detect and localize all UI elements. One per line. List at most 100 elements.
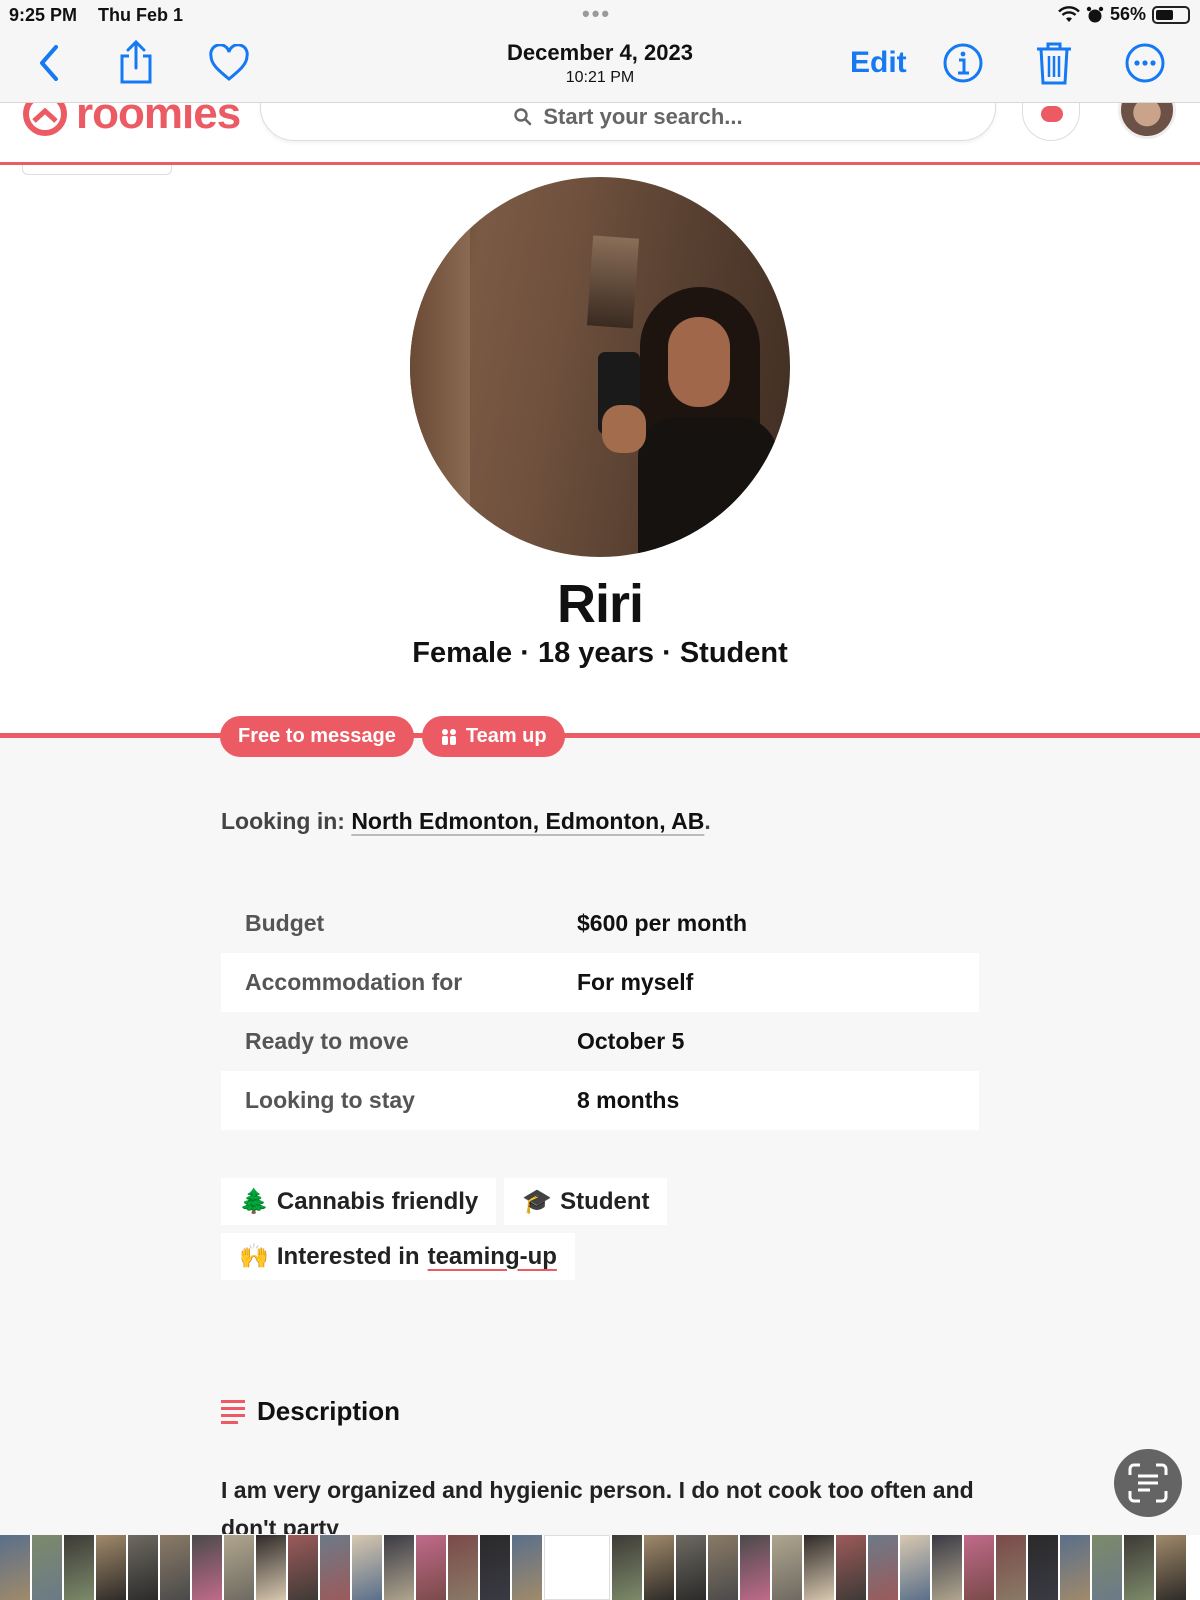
thumbnail[interactable] [384,1535,414,1600]
thumbnail-selected[interactable] [544,1535,610,1600]
details-table: Budget $600 per month Accommodation for … [221,894,979,1130]
thumbnail[interactable] [1124,1535,1154,1600]
profile-name: Riri [556,574,644,634]
messages-button[interactable] [1022,103,1080,141]
thumbnail[interactable] [644,1535,674,1600]
photo-time: 10:21 PM [565,69,635,86]
thumbnail[interactable] [352,1535,382,1600]
more-button[interactable] [1122,40,1168,86]
thumbnail[interactable] [1156,1535,1186,1600]
team-up-badge[interactable]: Team up [421,716,565,757]
status-date: Thu Feb 1 [98,5,183,25]
details-row: Budget $600 per month [221,894,979,953]
profile-photo [410,177,790,557]
live-text-button[interactable] [1114,1449,1182,1517]
thumbnail[interactable] [964,1535,994,1600]
looking-label: Looking in: [221,808,345,834]
share-button[interactable] [113,40,159,86]
details-row: Ready to move October 5 [221,1012,979,1071]
tag-label: Student [560,1187,650,1215]
battery-percent: 56% [1109,4,1146,24]
thumbnail[interactable] [32,1535,62,1600]
header-tab-edge [22,165,172,175]
raised-hands-icon: 🙌 [239,1243,269,1270]
battery-fill [1156,9,1173,20]
thumbnail[interactable] [224,1535,254,1600]
badge-label: Team up [465,725,547,747]
details-label: Looking to stay [245,1087,415,1113]
delete-button[interactable] [1031,40,1077,86]
thumbnail[interactable] [128,1535,158,1600]
thumbnail[interactable] [612,1535,642,1600]
profile-badges: Free to message Team up [220,716,565,757]
roomies-logo-icon [23,103,67,136]
thumbnail[interactable] [868,1535,898,1600]
details-label: Ready to move [245,1028,409,1054]
chat-icon [1041,106,1063,122]
info-button[interactable] [940,40,986,86]
logo-text: roomies [76,103,241,138]
thumbnail[interactable] [0,1535,30,1600]
thumbnail[interactable] [288,1535,318,1600]
battery-icon [1152,5,1190,24]
search-bar[interactable]: Start your search... [260,103,996,141]
user-avatar[interactable] [1118,103,1176,139]
share-icon [120,40,152,84]
status-time: 9:25 PM [9,5,78,25]
thumbnail[interactable] [804,1535,834,1600]
tag-label: Interested in [276,1242,420,1270]
details-row: Looking to stay 8 months [221,1071,979,1130]
thumbnail[interactable] [772,1535,802,1600]
photo-toolbar: December 4, 2023 10:21 PM Edit [0,30,1200,103]
thumbnail[interactable] [932,1535,962,1600]
thumbnail[interactable] [416,1535,446,1600]
thumbnail[interactable] [708,1535,738,1600]
looking-location-link[interactable]: North Edmonton, Edmonton, AB [351,808,704,834]
back-button[interactable] [26,40,72,86]
thumbnail[interactable] [1060,1535,1090,1600]
thumbnail[interactable] [160,1535,190,1600]
multitasking-dots-icon[interactable]: ••• [582,1,611,27]
thumbnail[interactable] [512,1535,542,1600]
people-icon [441,728,456,745]
thumbnail[interactable] [900,1535,930,1600]
tag-teaming-up: 🙌 Interested in teaming-up [221,1233,575,1280]
search-icon [514,108,532,126]
thumbnail[interactable] [192,1535,222,1600]
photo-datetime: December 4, 2023 10:21 PM [450,40,750,87]
thumbnail[interactable] [836,1535,866,1600]
details-row: Accommodation for For myself [221,953,979,1012]
details-value: For myself [577,969,694,995]
thumbnail[interactable] [1028,1535,1058,1600]
thumbnail[interactable] [740,1535,770,1600]
teaming-up-link[interactable]: teaming-up [428,1243,557,1271]
tag-cannabis-friendly: 🌲 Cannabis friendly [221,1178,497,1225]
graduation-cap-icon: 🎓 [522,1188,553,1215]
site-header: roomies Start your search... [0,103,1200,165]
thumbnail[interactable] [256,1535,286,1600]
more-icon [1125,43,1165,83]
thumbnail[interactable] [1092,1535,1122,1600]
thumbnail[interactable] [996,1535,1026,1600]
description-title: Description [257,1396,401,1426]
roomies-logo[interactable]: roomies [22,103,241,139]
details-value: $600 per month [577,910,747,936]
info-icon [943,43,983,83]
thumbnail[interactable] [64,1535,94,1600]
edit-button[interactable]: Edit [850,46,907,80]
thumbnail-strip[interactable] [0,1535,1200,1600]
thumbnail[interactable] [448,1535,478,1600]
thumbnail[interactable] [320,1535,350,1600]
thumbnail[interactable] [96,1535,126,1600]
free-to-message-badge[interactable]: Free to message [220,716,414,757]
trash-icon [1037,42,1071,85]
thumbnail[interactable] [480,1535,510,1600]
details-value: 8 months [577,1087,680,1113]
description-text: I am very organized and hygienic person.… [221,1477,974,1534]
search-placeholder: Start your search... [543,104,743,129]
thumbnail[interactable] [676,1535,706,1600]
looking-suffix: . [704,808,711,834]
favorite-button[interactable] [206,40,252,86]
description-heading: Description [221,1396,400,1427]
wifi-icon [1058,5,1080,22]
